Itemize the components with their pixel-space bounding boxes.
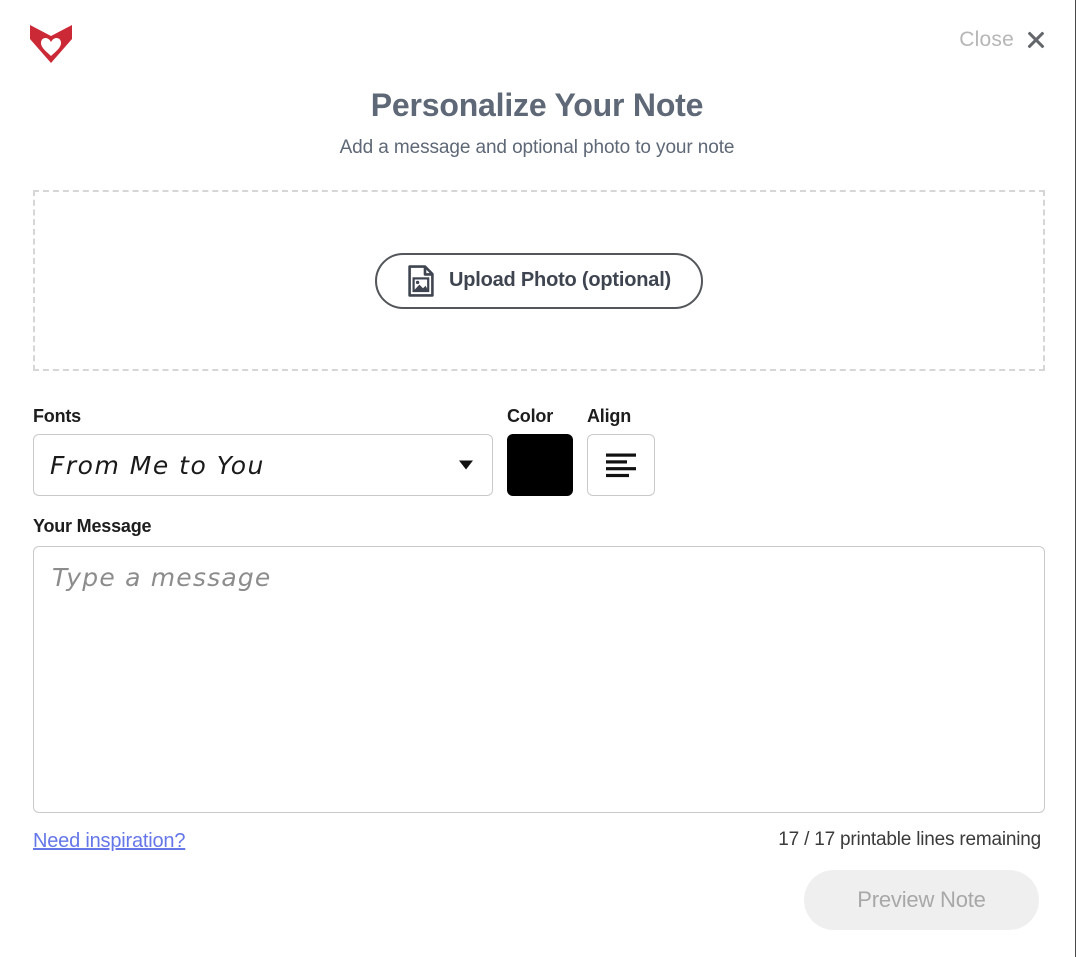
message-textarea[interactable] (33, 546, 1045, 813)
modal-header: Close (0, 0, 1074, 88)
font-select-value: From Me to You (50, 450, 265, 480)
page-right-edge-scrollbar[interactable] (1075, 0, 1080, 957)
hallmark-crown-heart-logo (26, 22, 76, 66)
upload-photo-label: Upload Photo (optional) (448, 269, 672, 291)
fonts-label: Fonts (33, 406, 81, 426)
message-label: Your Message (33, 516, 152, 536)
text-controls-row: Fonts From Me to You Color Align (33, 406, 1045, 496)
color-swatch-button[interactable] (507, 434, 573, 496)
document-image-icon (407, 264, 435, 297)
align-control-group: Align (587, 406, 655, 496)
personalize-note-modal: Close Personalize Your Note Add a messag… (0, 0, 1074, 957)
font-select[interactable]: From Me to You (33, 434, 493, 496)
chevron-down-icon[interactable] (459, 460, 473, 470)
preview-note-button[interactable]: Preview Note (804, 870, 1039, 930)
align-button[interactable] (587, 434, 655, 496)
align-label: Align (587, 406, 631, 426)
color-control-group: Color (507, 406, 573, 496)
page-subtitle: Add a message and optional photo to your… (339, 137, 735, 159)
page-title: Personalize Your Note (370, 87, 704, 123)
close-x-icon[interactable] (1026, 30, 1046, 50)
close-button[interactable]: Close (959, 28, 1046, 52)
font-control-group: Fonts From Me to You (33, 406, 493, 496)
color-label: Color (507, 406, 553, 426)
close-label: Close (959, 28, 1014, 51)
photo-dropzone[interactable]: Upload Photo (optional) (33, 190, 1045, 371)
align-left-icon (604, 451, 638, 479)
lines-remaining-counter: 17 / 17 printable lines remaining (778, 829, 1041, 850)
upload-photo-button[interactable]: Upload Photo (optional) (374, 252, 704, 309)
need-inspiration-link[interactable]: Need inspiration? (33, 830, 185, 853)
